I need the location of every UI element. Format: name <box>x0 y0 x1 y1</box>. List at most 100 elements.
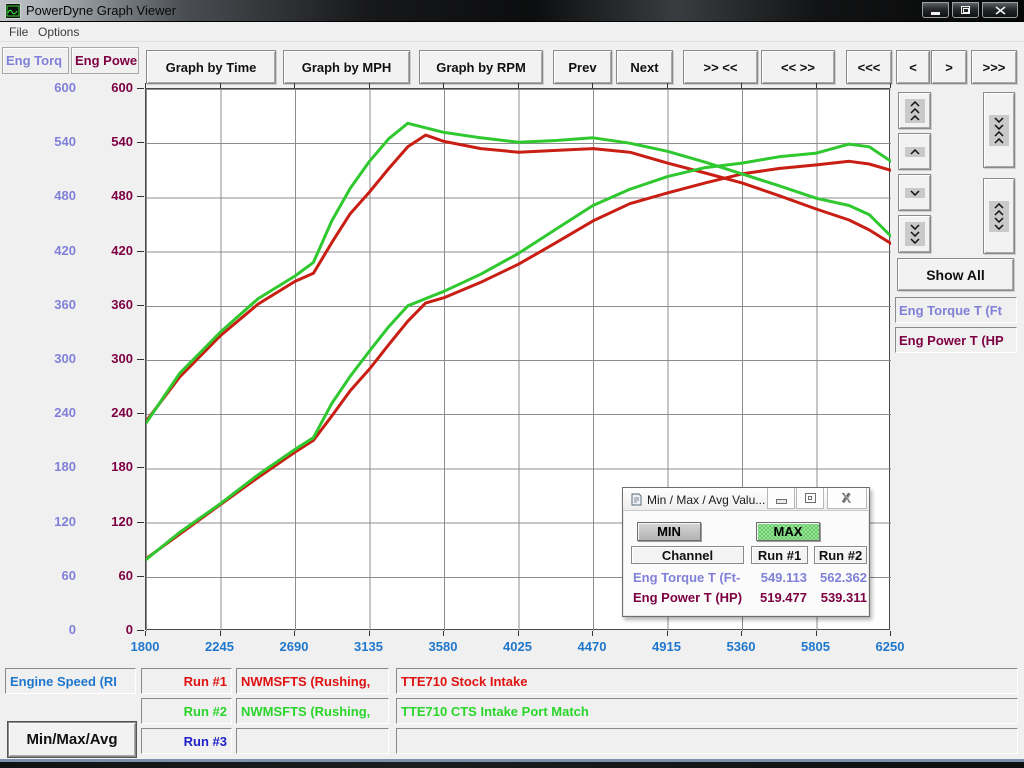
compress-y-button[interactable] <box>983 92 1015 168</box>
y-tickmark <box>137 522 144 523</box>
x-tickmark-top <box>145 83 146 88</box>
y-tickmark <box>137 359 144 360</box>
x-tickmark-top <box>816 83 817 88</box>
torque-run1-max-value: 549.113 <box>749 570 807 585</box>
run3-file-box <box>236 728 389 754</box>
minmax-window-titlebar[interactable]: Min / Max / Avg Valu... X <box>623 488 869 511</box>
prev-button[interactable]: Prev <box>553 50 612 84</box>
min-toggle-button[interactable]: MIN <box>637 522 701 541</box>
tab-eng-power-label: Eng Powe <box>75 53 137 68</box>
column-header-run2[interactable]: Run #2 <box>814 546 867 564</box>
table-row-power-channel: Eng Power T (HP) <box>633 590 749 605</box>
scroll-up-fast-button[interactable] <box>898 92 931 129</box>
x-axis-tick-3135: 3135 <box>334 639 404 654</box>
maximize-button[interactable] <box>952 2 979 18</box>
x-tickmark-top <box>443 83 444 88</box>
torque-run2-max-value: 562.362 <box>811 570 867 585</box>
minimize-button[interactable] <box>922 2 949 18</box>
column-header-channel[interactable]: Channel <box>631 546 744 564</box>
power-axis-tick-600: 600 <box>63 80 133 95</box>
expand-y-button[interactable] <box>983 178 1015 254</box>
x-tickmark-top <box>294 83 295 88</box>
minmax-minimize-button[interactable] <box>767 488 795 509</box>
minmax-avg-button[interactable]: Min/Max/Avg <box>8 722 136 757</box>
x-channel-label: Engine Speed (RI <box>10 674 117 689</box>
step-left-button[interactable]: < <box>896 50 930 84</box>
scroll-down-fast-button[interactable] <box>898 215 931 253</box>
x-axis-tick-6250: 6250 <box>855 639 925 654</box>
tab-eng-power[interactable]: Eng Powe <box>71 47 139 74</box>
graph-by-mph-button[interactable]: Graph by MPH <box>283 50 410 84</box>
minmax-window-title: Min / Max / Avg Valu... <box>647 493 765 507</box>
chevron-down-icon <box>905 188 925 198</box>
minmax-values-window: Min / Max / Avg Valu... X MIN MAX Channe… <box>622 487 870 617</box>
chevron-up-icon <box>905 147 925 157</box>
close-icon <box>995 6 1006 15</box>
y-tickmark <box>137 576 144 577</box>
x-tickmark-top <box>518 83 519 88</box>
tab-eng-torque-label: Eng Torq <box>6 53 62 68</box>
run1-file-box: NWMSFTS (Rushing, <box>236 668 389 694</box>
zoom-out-x-button[interactable]: << >> <box>761 50 835 84</box>
run1-file: NWMSFTS (Rushing, <box>241 674 370 689</box>
step-right-button[interactable]: > <box>931 50 967 84</box>
minmax-minimize-icon <box>776 499 787 504</box>
power-axis-tick-120: 120 <box>63 514 133 529</box>
x-tickmark-bottom <box>369 631 370 636</box>
y-tickmark <box>137 467 144 468</box>
graph-by-rpm-button[interactable]: Graph by RPM <box>419 50 543 84</box>
title-bar[interactable]: PowerDyne Graph Viewer <box>0 0 1024 22</box>
x-tickmark-bottom <box>741 631 742 636</box>
y-tickmark <box>137 305 144 306</box>
menu-bar: File Options <box>0 22 1024 42</box>
run3-label-box: Run #3 <box>141 728 232 754</box>
run3-description-box <box>396 728 1018 754</box>
table-row-torque-channel: Eng Torque T (Ft- <box>633 570 749 585</box>
triple-chevron-down-icon <box>905 222 925 246</box>
menu-file[interactable]: File <box>9 25 28 39</box>
jump-right-button[interactable]: >>> <box>971 50 1017 84</box>
scroll-down-button[interactable] <box>898 174 931 211</box>
x-tickmark-top <box>220 83 221 88</box>
tab-eng-torque[interactable]: Eng Torq <box>2 47 69 74</box>
power-run1-max-value: 519.477 <box>749 590 807 605</box>
column-header-run1[interactable]: Run #1 <box>751 546 808 564</box>
taskbar-edge <box>0 762 1024 768</box>
next-button[interactable]: Next <box>616 50 673 84</box>
x-axis-tick-5805: 5805 <box>781 639 851 654</box>
graph-by-time-button[interactable]: Graph by Time <box>146 50 276 84</box>
x-tickmark-bottom <box>443 631 444 636</box>
y-tickmark <box>137 196 144 197</box>
y-tickmark <box>137 142 144 143</box>
power-axis-tick-480: 480 <box>63 188 133 203</box>
expand-vertical-icon <box>989 201 1009 232</box>
x-tickmark-top <box>667 83 668 88</box>
close-button[interactable] <box>982 2 1018 18</box>
minmax-close-button[interactable]: X <box>827 488 867 509</box>
run1-label: Run #1 <box>184 674 227 689</box>
x-axis-tick-1800: 1800 <box>110 639 180 654</box>
power-axis-tick-180: 180 <box>63 459 133 474</box>
minmax-maximize-button[interactable] <box>796 488 824 509</box>
y-tickmark <box>137 413 144 414</box>
torque-channel-box[interactable]: Eng Torque T (Ft <box>895 297 1017 323</box>
x-axis-tick-2690: 2690 <box>259 639 329 654</box>
jump-left-button[interactable]: <<< <box>846 50 892 84</box>
run1-description: TTE710 Stock Intake <box>401 674 527 689</box>
scroll-up-button[interactable] <box>898 133 931 170</box>
x-axis-tick-2245: 2245 <box>185 639 255 654</box>
run1-description-box: TTE710 Stock Intake <box>396 668 1018 694</box>
x-axis-tick-4915: 4915 <box>632 639 702 654</box>
max-toggle-button[interactable]: MAX <box>756 522 820 541</box>
zoom-in-x-button[interactable]: >> << <box>683 50 758 84</box>
power-channel-box[interactable]: Eng Power T (HP <box>895 327 1017 353</box>
x-tickmark-bottom <box>145 631 146 636</box>
power-axis-tick-0: 0 <box>63 622 133 637</box>
y-tickmark <box>137 630 144 631</box>
menu-options[interactable]: Options <box>38 25 79 39</box>
triple-chevron-up-icon <box>905 99 925 123</box>
show-all-button[interactable]: Show All <box>897 258 1014 291</box>
run2-file: NWMSFTS (Rushing, <box>241 704 370 719</box>
power-axis-tick-60: 60 <box>63 568 133 583</box>
x-axis-tick-4470: 4470 <box>557 639 627 654</box>
